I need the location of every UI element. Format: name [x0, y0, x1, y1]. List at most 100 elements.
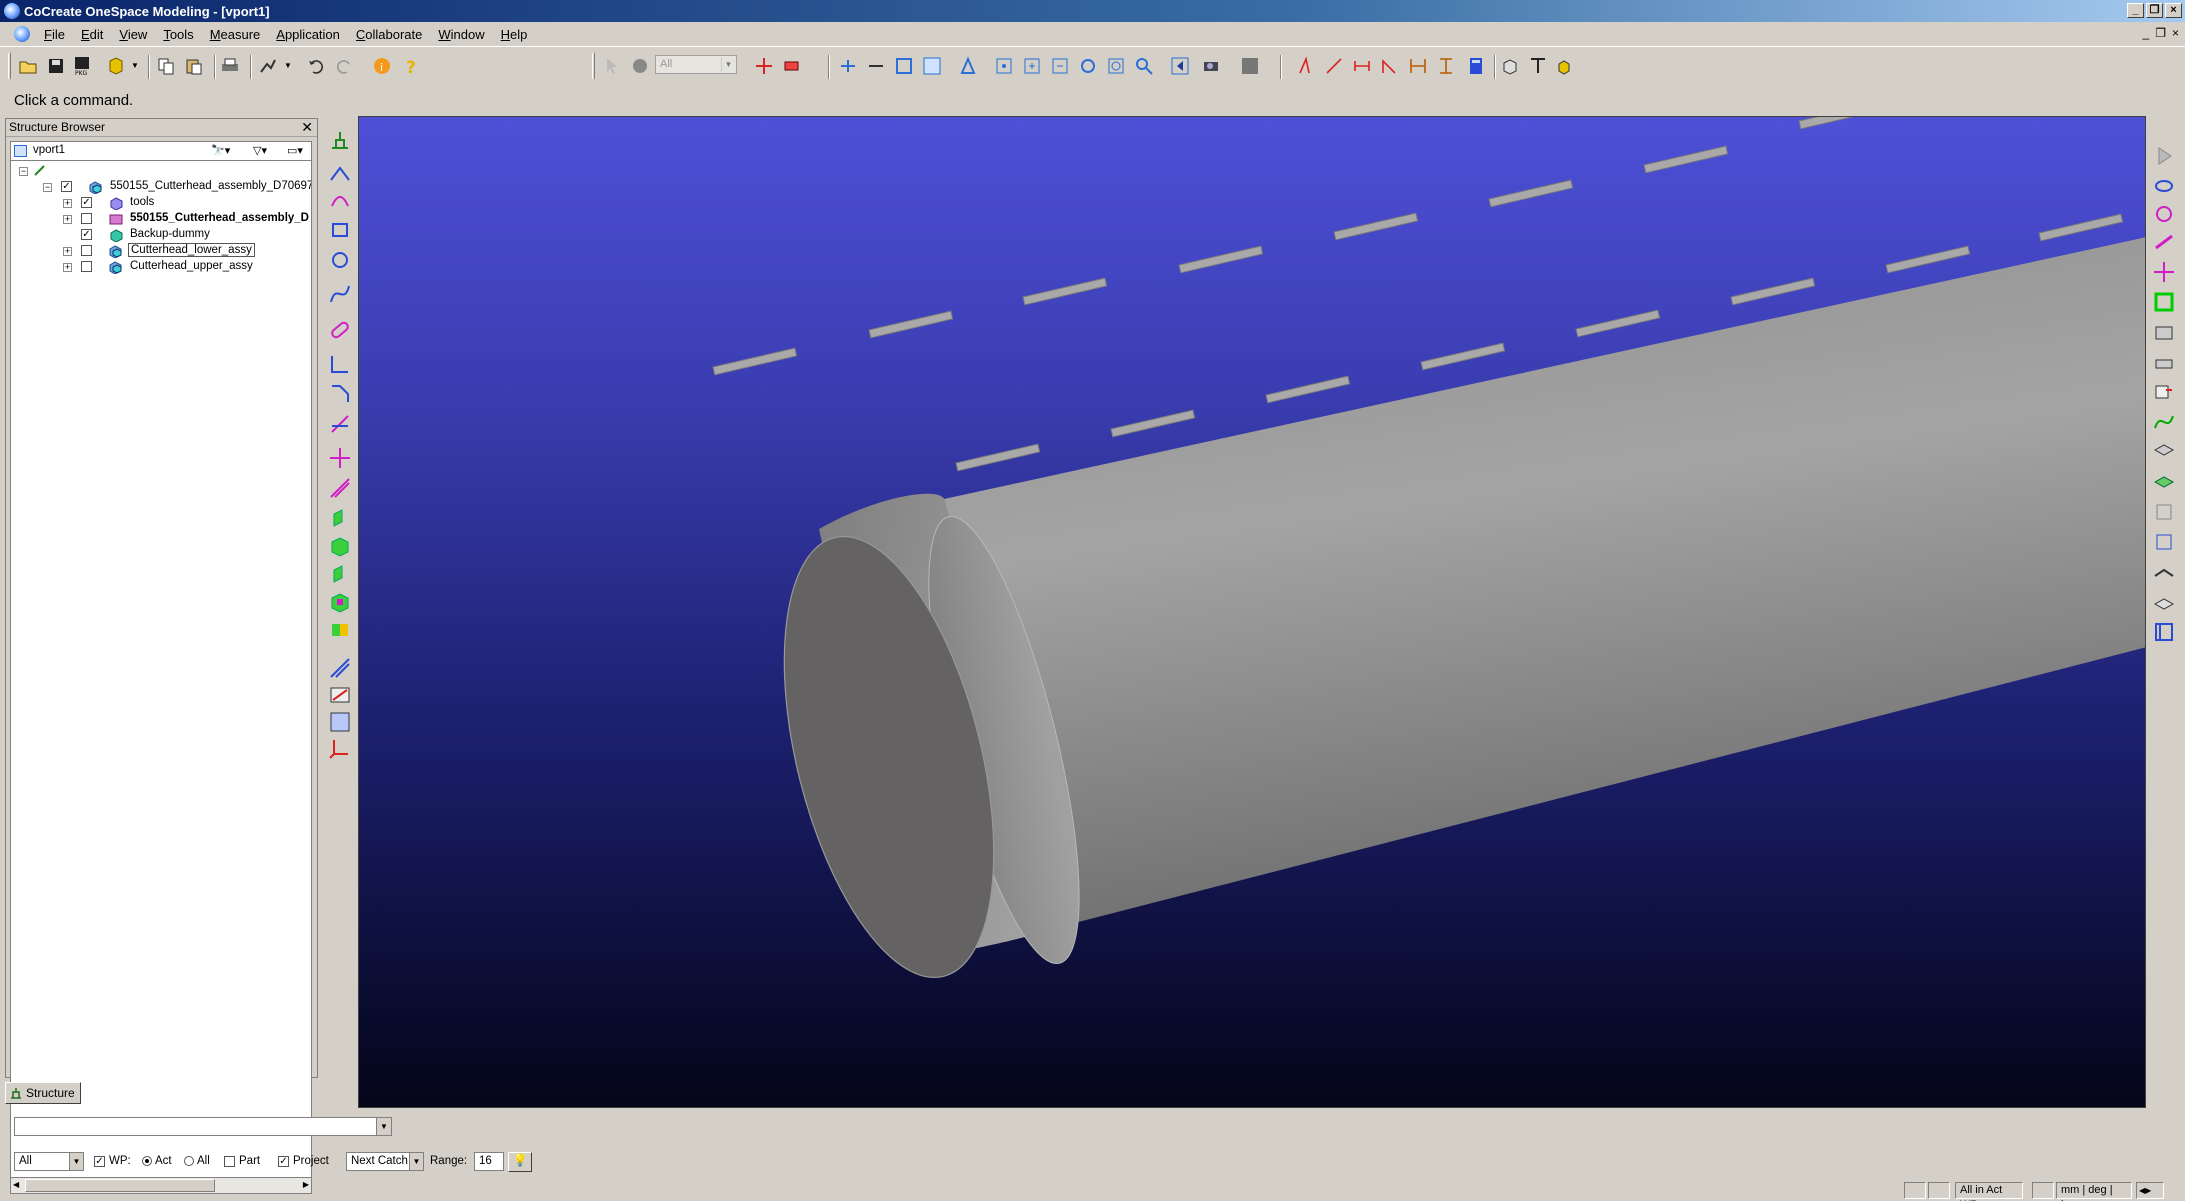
restore-icon[interactable]: ❐ — [2146, 3, 2163, 18]
all-radio[interactable]: All — [184, 1155, 210, 1167]
pan-icon[interactable] — [994, 56, 1014, 76]
rod[interactable] — [1420, 342, 1506, 371]
chevron-down-icon[interactable]: ▼ — [376, 1118, 391, 1135]
collapse-icon[interactable]: − — [43, 183, 52, 192]
zoom-out-icon[interactable] — [1050, 56, 1070, 76]
measure-line-icon[interactable] — [1324, 56, 1344, 76]
rod[interactable] — [1110, 409, 1196, 438]
circle-icon[interactable] — [328, 248, 352, 272]
ruler-icon[interactable] — [328, 656, 352, 680]
project-checkbox[interactable]: ✓ Project — [278, 1155, 329, 1167]
measure-radius-icon[interactable] — [1380, 56, 1400, 76]
zoom-box-icon[interactable] — [922, 56, 942, 76]
wp-check-box[interactable]: ✓ — [94, 1155, 105, 1167]
catch-help-icon[interactable]: 💡 — [508, 1152, 532, 1172]
bore-icon[interactable] — [328, 590, 352, 614]
measure-height-icon[interactable] — [1436, 56, 1456, 76]
sheet-tool-icon[interactable] — [2152, 590, 2176, 614]
rod[interactable] — [1730, 277, 1816, 306]
revolve-icon[interactable] — [328, 534, 352, 558]
tree-row-3[interactable]: ✓ Backup-dummy — [11, 227, 311, 243]
workplane-light-icon[interactable] — [838, 56, 858, 76]
expand-icon[interactable]: + — [63, 247, 72, 256]
cylinder-body[interactable] — [944, 237, 2146, 927]
rectangle-icon[interactable] — [328, 218, 352, 242]
settings-dropdown-icon[interactable]: ▼ — [284, 61, 292, 70]
measure-length-icon[interactable] — [1408, 56, 1428, 76]
select-pointer-icon[interactable] — [602, 56, 622, 76]
select-filter-combo[interactable]: All ▼ — [655, 55, 737, 74]
slot-tool-icon[interactable] — [2152, 230, 2176, 254]
act-radio[interactable]: Act — [142, 1155, 172, 1167]
mesh-tool-icon[interactable] — [2152, 468, 2176, 492]
menu-tools[interactable]: Tools — [155, 27, 201, 42]
previous-view-icon[interactable] — [1170, 56, 1190, 76]
visibility-checkbox[interactable]: ✓ — [81, 229, 92, 240]
menu-measure[interactable]: Measure — [202, 27, 269, 42]
delete-element-icon[interactable] — [782, 56, 802, 76]
light-icon[interactable] — [866, 56, 886, 76]
doc-close-icon[interactable]: × — [2172, 26, 2179, 40]
fit-icon[interactable] — [894, 56, 914, 76]
calculator-icon[interactable] — [1466, 56, 1486, 76]
visibility-checkbox[interactable] — [81, 245, 92, 256]
undo-icon[interactable] — [306, 56, 326, 76]
tree-row-4[interactable]: + Cutterhead_lower_assy — [11, 243, 311, 259]
document-icon[interactable] — [14, 26, 30, 42]
curve-tool-icon[interactable] — [2152, 410, 2176, 434]
info-icon[interactable]: i — [372, 56, 392, 76]
doc-minimize-icon[interactable]: _ — [2143, 26, 2150, 40]
boolean-icon[interactable] — [328, 618, 352, 642]
chamfer-icon[interactable] — [328, 382, 352, 406]
help-icon[interactable]: ? — [402, 56, 422, 76]
wp-checkbox[interactable]: ✓ WP: — [94, 1155, 131, 1167]
visibility-checkbox[interactable]: ✓ — [81, 197, 92, 208]
rod[interactable] — [1643, 145, 1729, 174]
spline-icon[interactable] — [328, 282, 352, 306]
assembly-icon[interactable] — [1556, 56, 1576, 76]
camera-icon[interactable] — [1202, 56, 1222, 76]
measure-angle-icon[interactable] — [1296, 56, 1316, 76]
part-properties-icon[interactable] — [1500, 56, 1520, 76]
sweep-tool-icon[interactable] — [2152, 560, 2176, 584]
menu-application[interactable]: Application — [268, 27, 348, 42]
menu-edit[interactable]: Edit — [73, 27, 111, 42]
binoculars-icon[interactable]: 🔭▾ — [211, 144, 230, 157]
expand-icon[interactable]: + — [63, 263, 72, 272]
3d-viewport[interactable] — [358, 116, 2146, 1108]
play-icon[interactable] — [2152, 144, 2176, 168]
expand-icon[interactable]: + — [63, 199, 72, 208]
structure-tree-icon[interactable] — [328, 128, 352, 152]
filter-combo[interactable]: All ▼ — [14, 1152, 84, 1171]
zoom-in-icon[interactable] — [1022, 56, 1042, 76]
shape-tool-icon[interactable] — [2152, 380, 2176, 404]
fillet-icon[interactable] — [328, 352, 352, 376]
rod[interactable] — [712, 347, 798, 376]
viewport-selector[interactable]: vport1 🔭▾ ▽▾ ▭▾ — [10, 141, 312, 161]
rod[interactable] — [1798, 117, 1884, 130]
range-input[interactable]: 16 — [474, 1152, 504, 1171]
part-check-box[interactable] — [224, 1155, 235, 1167]
collapse-root-icon[interactable]: − — [19, 167, 28, 176]
polyline-icon[interactable] — [328, 162, 352, 186]
rod[interactable] — [1178, 245, 1264, 274]
render-icon[interactable] — [1240, 56, 1260, 76]
rod[interactable] — [868, 310, 954, 339]
rod[interactable] — [1022, 277, 1108, 306]
spin-icon[interactable] — [1106, 56, 1126, 76]
visibility-checkbox[interactable] — [81, 261, 92, 272]
catch-mode-combo[interactable]: Next Catch ▼ — [346, 1152, 424, 1171]
close-icon[interactable]: × — [2165, 3, 2182, 18]
visibility-checkbox[interactable]: ✓ — [61, 181, 72, 192]
rod[interactable] — [1885, 245, 1971, 274]
load-part-icon[interactable] — [106, 56, 126, 76]
plane-tool-icon[interactable] — [2152, 500, 2176, 524]
display-options-icon[interactable]: ▭▾ — [287, 144, 303, 157]
tree-row-5[interactable]: + Cutterhead_upper_assy — [11, 259, 311, 275]
tree-row-1[interactable]: + ✓ tools — [11, 195, 311, 211]
menu-file[interactable]: File — [36, 27, 73, 42]
tree-row-2[interactable]: + 550155_Cutterhead_assembly_D — [11, 211, 311, 227]
rod[interactable] — [1265, 375, 1351, 404]
status-scroll-icon[interactable]: ◀▶ — [2136, 1182, 2164, 1199]
filter-icon[interactable]: ▽▾ — [253, 144, 267, 157]
